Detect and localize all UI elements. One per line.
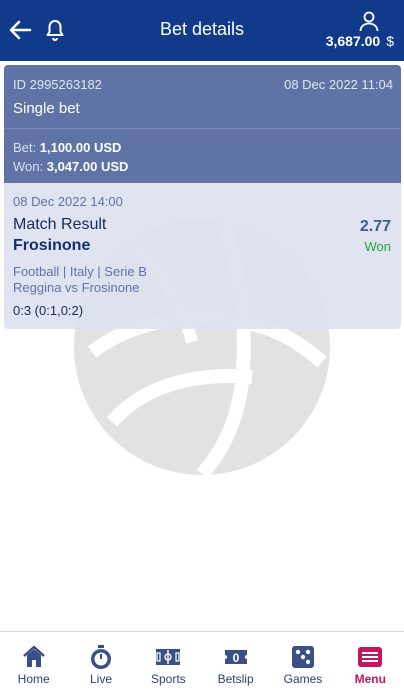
bet-placed-date: 08 Dec 2022 11:04 [284, 77, 393, 92]
nav-home-label: Home [17, 672, 50, 686]
nav-live-label: Live [89, 672, 112, 686]
top-header: Bet details 3,687.00 $ [0, 0, 404, 61]
home-icon [22, 645, 45, 667]
bet-card: ID 2995263182 08 Dec 2022 11:04 Single b… [4, 65, 401, 329]
won-amount-label: Won: [13, 159, 44, 174]
league-path: Football | Italy | Serie B [13, 264, 147, 279]
account-balance[interactable]: 3,687.00 $ [326, 33, 394, 49]
bet-details-screen: Bet details 3,687.00 $ ID 2995263182 08 D… [0, 0, 404, 693]
nav-betslip[interactable]: 0 Betslip [202, 632, 269, 693]
bet-amount-row: Bet: 1,100.00 USD [13, 140, 121, 155]
won-amount-value: 3,047.00 [46, 159, 98, 174]
stopwatch-icon [90, 645, 111, 669]
nav-sports[interactable]: Sports [135, 632, 202, 693]
balance-currency: $ [386, 33, 394, 49]
selected-outcome: Frosinone [13, 237, 91, 254]
nav-menu-label: Menu [354, 672, 386, 686]
user-account-icon[interactable] [358, 10, 380, 32]
nav-betslip-label: Betslip [217, 672, 254, 686]
won-amount-currency: USD [100, 159, 129, 174]
won-amount-row: Won: 3,047.00 USD [13, 159, 128, 174]
nav-games-label: Games [283, 672, 323, 686]
nav-sports-label: Sports [150, 672, 186, 686]
bet-id: ID 2995263182 [13, 77, 102, 92]
match-teams[interactable]: Reggina vs Frosinone [13, 280, 139, 295]
bet-type: Single bet [13, 100, 80, 117]
ticket-icon: 0 [224, 650, 247, 665]
nav-menu[interactable]: Menu [337, 632, 404, 693]
menu-icon [358, 647, 383, 667]
odds-value: 2.77 [359, 218, 391, 235]
result-status: Won [364, 239, 392, 254]
balance-amount: 3,687.00 [325, 33, 381, 49]
nav-live[interactable]: Live [67, 632, 134, 693]
market-name: Match Result [13, 216, 107, 233]
betslip-count: 0 [232, 651, 239, 665]
nav-games[interactable]: Games [269, 632, 336, 693]
bet-amount-label: Bet: [13, 140, 37, 155]
event-date: 08 Dec 2022 14:00 [13, 194, 123, 209]
bet-amount-value: 1,100.00 [39, 140, 91, 155]
field-icon [156, 649, 181, 665]
dice-icon [291, 646, 314, 668]
bet-amount-currency: USD [93, 140, 122, 155]
bottom-nav: Home Live Sports 0 Betslip Games Menu [0, 631, 404, 693]
nav-home[interactable]: Home [0, 632, 67, 693]
bet-summary-header: ID 2995263182 08 Dec 2022 11:04 Single b… [4, 65, 401, 128]
event-details: 08 Dec 2022 14:00 Match Result 2.77 Fros… [4, 183, 401, 329]
match-score: 0:3 (0:1,0:2) [13, 303, 84, 318]
bet-amounts: Bet: 1,100.00 USD Won: 3,047.00 USD [4, 129, 401, 183]
